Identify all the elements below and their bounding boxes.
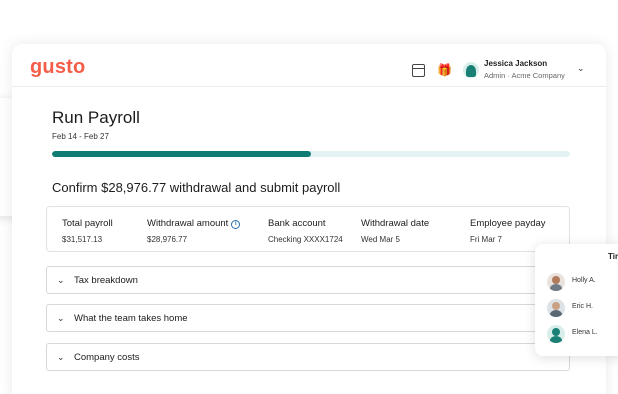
summary-value: Checking XXXX1724: [268, 235, 343, 244]
gift-icon[interactable]: 🎁: [437, 64, 452, 77]
chevron-down-icon: ⌄: [57, 275, 65, 285]
user-avatar[interactable]: [463, 62, 479, 78]
accordion-company-costs[interactable]: ⌄ Company costs: [46, 343, 570, 371]
top-bar: gusto 🎁 Jessica Jackson Admin · Acme Com…: [12, 44, 606, 87]
pay-period: Feb 14 - Feb 27: [52, 132, 109, 141]
chevron-down-icon[interactable]: ⌄: [577, 63, 585, 74]
avatar: [547, 299, 565, 317]
summary-total-payroll: Total payroll $31,517.13: [62, 218, 113, 244]
summary-label: Bank account: [268, 218, 326, 229]
gusto-logo[interactable]: gusto: [30, 56, 85, 79]
person-name: Elena L.: [572, 329, 598, 336]
summary-value: Fri Mar 7: [470, 235, 502, 244]
summary-value: $31,517.13: [62, 235, 103, 244]
accordion-tax-breakdown[interactable]: ⌄ Tax breakdown: [46, 266, 570, 294]
chevron-down-icon: ⌄: [57, 313, 65, 323]
accordion-label: Tax breakdown: [74, 275, 138, 286]
summary-label: Employee payday: [470, 218, 546, 229]
summary-label: Total payroll: [62, 218, 113, 229]
summary-withdrawal-amount: Withdrawal amount i $28,976.77: [147, 218, 241, 244]
calendar-icon[interactable]: [412, 64, 425, 77]
person-name: Holly A.: [572, 277, 596, 284]
progress-bar: [52, 151, 570, 157]
accordion-team-takes-home[interactable]: ⌄ What the team takes home: [46, 304, 570, 332]
payroll-window: gusto 🎁 Jessica Jackson Admin · Acme Com…: [12, 44, 606, 394]
user-name: Jessica Jackson: [484, 59, 548, 68]
accordion-label: Company costs: [74, 352, 140, 363]
user-role: Admin · Acme Company: [484, 71, 565, 80]
person-name: Eric H.: [572, 303, 593, 310]
avatar: [547, 325, 565, 343]
chevron-down-icon: ⌄: [57, 352, 65, 362]
summary-label: Withdrawal date: [361, 218, 430, 229]
time-off-card: Tir Holly A. Eric H. Elena L.: [535, 244, 618, 356]
page-title: Run Payroll: [52, 108, 140, 127]
progress-fill: [52, 151, 311, 157]
summary-withdrawal-date: Withdrawal date Wed Mar 5: [361, 218, 429, 244]
summary-label: Withdrawal amount: [147, 218, 229, 229]
summary-bank-account: Bank account Checking XXXX1724: [268, 218, 343, 244]
card-heading: Tir: [608, 252, 618, 261]
accordion-label: What the team takes home: [74, 313, 188, 324]
info-icon[interactable]: i: [231, 220, 241, 229]
confirm-heading: Confirm $28,976.77 withdrawal and submit…: [52, 180, 341, 195]
summary-value: $28,976.77: [147, 235, 188, 244]
summary-value: Wed Mar 5: [361, 235, 400, 244]
avatar: [547, 273, 565, 291]
summary-employee-payday: Employee payday Fri Mar 7: [470, 218, 546, 244]
payroll-summary: Total payroll $31,517.13 Withdrawal amou…: [46, 206, 570, 252]
